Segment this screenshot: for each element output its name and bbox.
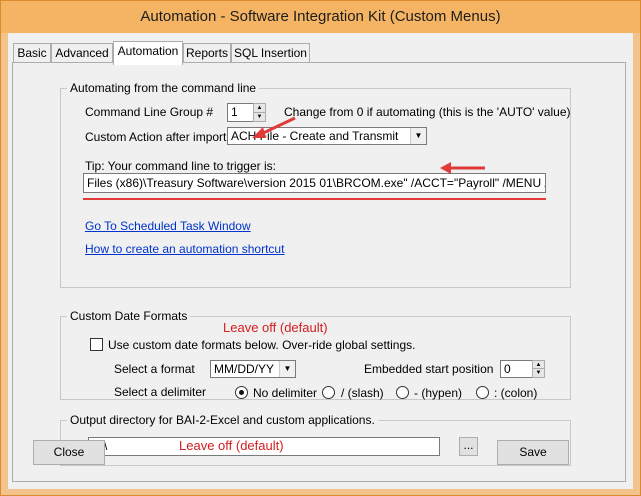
dialog-window: Automation - Software Integration Kit (C… <box>0 0 641 496</box>
output-directory-note: Leave off (default) <box>179 438 284 453</box>
radio-colon-label: : (colon) <box>494 386 538 400</box>
browse-button[interactable]: ... <box>459 437 478 456</box>
annotation-underline <box>83 198 546 200</box>
scheduled-task-link[interactable]: Go To Scheduled Task Window <box>85 219 251 233</box>
custom-action-label: Custom Action after import <box>85 130 227 144</box>
radio-hyphen[interactable] <box>396 386 409 399</box>
stepper-up-icon[interactable]: ▲ <box>254 104 265 113</box>
automation-shortcut-link[interactable]: How to create an automation shortcut <box>85 242 284 256</box>
command-line-group: Automating from the command line Command… <box>60 81 571 288</box>
tab-advanced[interactable]: Advanced <box>51 43 113 63</box>
dialog-client-area: Basic Advanced Automation Reports SQL In… <box>8 33 633 489</box>
output-directory-group: Output directory for BAI-2-Excel and cus… <box>60 413 571 466</box>
tab-basic[interactable]: Basic <box>13 43 51 63</box>
date-formats-note: Leave off (default) <box>223 320 328 335</box>
radio-no-delimiter-label: No delimiter <box>253 386 318 400</box>
radio-hyphen-label: - (hypen) <box>414 386 463 400</box>
tab-reports[interactable]: Reports <box>183 43 231 63</box>
format-value: MM/DD/YY <box>214 362 274 376</box>
radio-colon[interactable] <box>476 386 489 399</box>
tab-sql-insertion[interactable]: SQL Insertion <box>231 43 310 63</box>
tab-automation[interactable]: Automation <box>113 41 183 65</box>
format-select[interactable]: MM/DD/YY ▼ <box>210 360 296 378</box>
command-line-group-label: Command Line Group # <box>85 105 214 119</box>
chevron-down-icon[interactable]: ▼ <box>410 128 426 144</box>
date-formats-group: Custom Date Formats Leave off (default) … <box>60 309 571 400</box>
tip-label: Tip: Your command line to trigger is: <box>85 159 276 173</box>
output-directory-group-title: Output directory for BAI-2-Excel and cus… <box>67 413 378 427</box>
window-title: Automation - Software Integration Kit (C… <box>140 8 501 25</box>
embedded-start-label: Embedded start position <box>364 362 494 376</box>
radio-slash-label: / (slash) <box>341 386 384 400</box>
annotation-arrow-icon <box>252 116 296 138</box>
command-line-group-hint: Change from 0 if automating (this is the… <box>284 105 571 119</box>
close-button[interactable]: Close <box>33 440 105 465</box>
format-label: Select a format <box>114 362 195 376</box>
radio-no-delimiter[interactable] <box>235 386 248 399</box>
custom-date-checkbox[interactable] <box>90 338 103 351</box>
stepper-up-icon[interactable]: ▲ <box>533 361 544 369</box>
embedded-start-stepper[interactable]: ▲ ▼ <box>532 360 545 378</box>
delimiter-label: Select a delimiter <box>114 385 207 399</box>
custom-date-checkbox-label: Use custom date formats below. Over-ride… <box>108 338 416 352</box>
save-button[interactable]: Save <box>497 440 569 465</box>
chevron-down-icon[interactable]: ▼ <box>279 361 295 377</box>
radio-slash[interactable] <box>322 386 335 399</box>
title-bar[interactable]: Automation - Software Integration Kit (C… <box>1 1 640 33</box>
stepper-down-icon[interactable]: ▼ <box>533 369 544 377</box>
date-formats-group-title: Custom Date Formats <box>67 309 191 323</box>
tab-panel-automation: Automating from the command line Command… <box>12 62 626 482</box>
command-line-group-title: Automating from the command line <box>67 81 260 95</box>
annotation-arrow-icon <box>440 162 485 174</box>
command-line-text-field[interactable]: Files (x86)\Treasury Software\version 20… <box>83 173 546 193</box>
